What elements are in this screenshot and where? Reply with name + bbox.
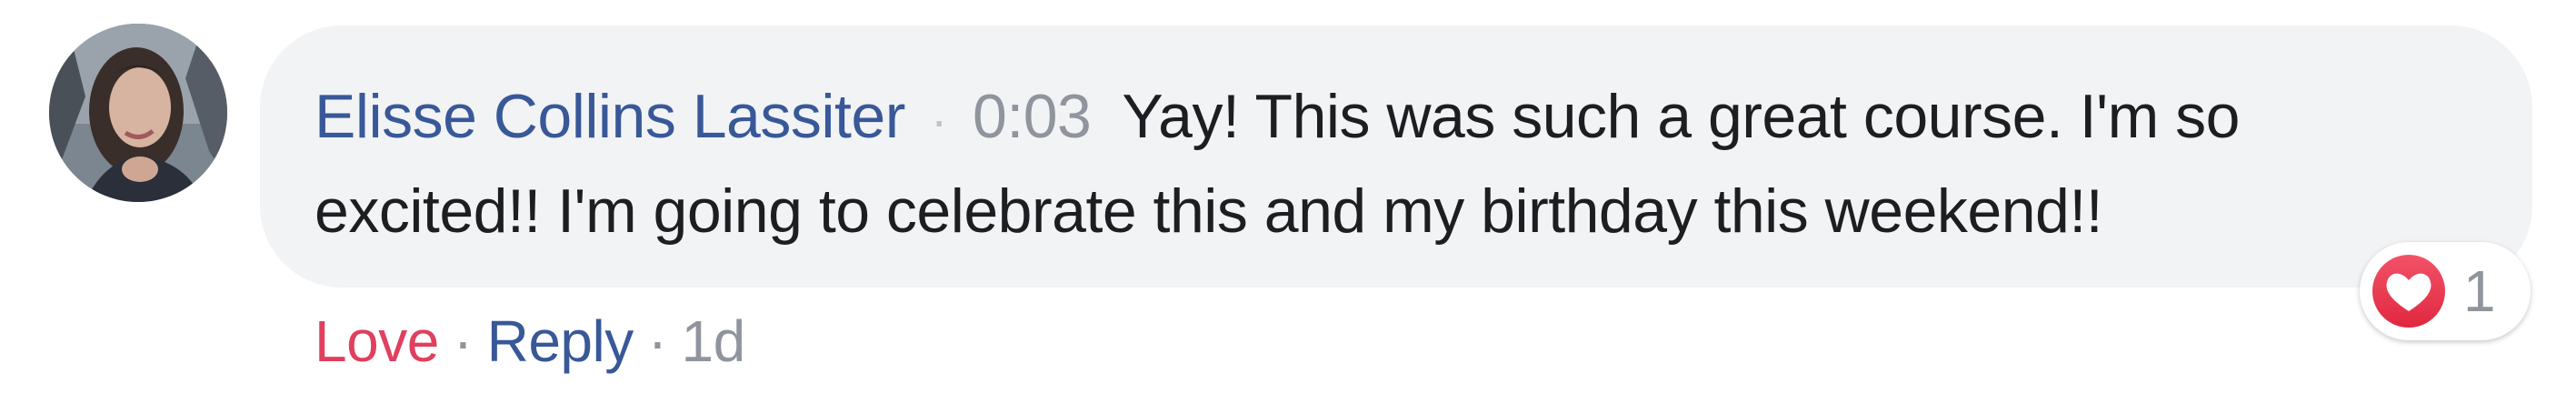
reaction-count: 1 xyxy=(2463,258,2496,324)
action-separator: · xyxy=(647,308,667,374)
action-separator: · xyxy=(453,308,473,374)
separator-dot: · xyxy=(930,91,948,148)
reaction-summary[interactable]: 1 xyxy=(2360,242,2531,340)
comment-actions: Love · Reply · 1d xyxy=(315,300,745,382)
comment-bubble: Elisse Collins Lassiter · 0:03 Yay! This wa… xyxy=(260,25,2532,288)
comment-body: Elisse Collins Lassiter · 0:03 Yay! This wa… xyxy=(315,71,2532,257)
comment-timestamp[interactable]: 0:03 xyxy=(973,82,1092,151)
avatar[interactable] xyxy=(49,24,227,202)
comment-age[interactable]: 1d xyxy=(682,308,746,374)
comment-text-line-1: Yay! This was such a great course. I'm s… xyxy=(1122,82,2240,151)
love-heart-icon xyxy=(2372,255,2445,328)
author-name-link[interactable]: Elisse Collins Lassiter xyxy=(315,82,905,151)
comment: Elisse Collins Lassiter · 0:03 Yay! This wa… xyxy=(0,0,2576,404)
reply-button[interactable]: Reply xyxy=(487,308,634,374)
love-button[interactable]: Love xyxy=(315,308,439,374)
comment-text-line-2: excited!! I'm going to celebrate this an… xyxy=(315,177,2103,246)
avatar-photo xyxy=(49,24,227,202)
